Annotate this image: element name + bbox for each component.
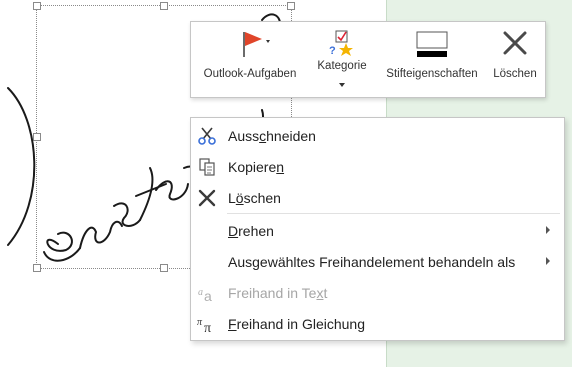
menu-item-label: Freihand in Text — [228, 285, 328, 301]
category-icon: ? — [312, 27, 372, 59]
menu-item-label: Löschen — [228, 190, 281, 206]
ink-to-text-icon: a a — [197, 283, 217, 304]
menu-item-label: Kopieren — [228, 159, 285, 175]
menu-item-cut[interactable]: Ausschneiden — [191, 120, 564, 151]
menu-item-label: Freihand in Gleichung — [228, 316, 365, 332]
flag-icon — [196, 27, 304, 59]
submenu-arrow-icon — [546, 257, 550, 265]
scissors-icon — [197, 126, 217, 146]
copy-icon — [197, 157, 217, 177]
context-menu: Ausschneiden Kopieren Löschen Drehen Aus… — [190, 117, 565, 341]
outlook-tasks-button[interactable]: Outlook-Aufgaben — [196, 22, 304, 97]
svg-text:?: ? — [329, 45, 336, 57]
menu-item-ink-to-text: a a Freihand in Text — [191, 277, 564, 308]
delete-x-icon — [197, 188, 217, 208]
menu-item-label: Drehen — [228, 223, 274, 239]
category-button[interactable]: ? Kategorie — [312, 22, 372, 97]
svg-text:a: a — [204, 288, 212, 303]
pen-properties-button[interactable]: Stifteigenschaften — [377, 22, 487, 97]
menu-item-label: Ausschneiden — [228, 128, 316, 144]
menu-item-copy[interactable]: Kopieren — [191, 151, 564, 182]
dropdown-caret-icon — [312, 76, 372, 94]
svg-text:π: π — [197, 317, 203, 328]
pen-properties-icon — [377, 27, 487, 59]
mini-toolbar: Outlook-Aufgaben ? Kategorie Stifteigens… — [190, 21, 546, 98]
ink-to-math-icon: π π — [197, 314, 217, 336]
menu-separator — [227, 213, 560, 214]
toolbar-delete-button[interactable]: Löschen — [489, 22, 541, 97]
menu-item-label: Ausgewähltes Freihandelement behandeln a… — [228, 254, 516, 270]
delete-x-icon — [489, 27, 541, 59]
svg-text:π: π — [204, 321, 211, 334]
submenu-arrow-icon — [546, 226, 550, 234]
svg-text:a: a — [198, 287, 203, 298]
menu-item-delete[interactable]: Löschen — [191, 182, 564, 213]
menu-item-ink-to-math[interactable]: π π Freihand in Gleichung — [191, 308, 564, 339]
menu-item-treat-ink-as[interactable]: Ausgewähltes Freihandelement behandeln a… — [191, 246, 564, 277]
menu-item-rotate[interactable]: Drehen — [191, 215, 564, 246]
